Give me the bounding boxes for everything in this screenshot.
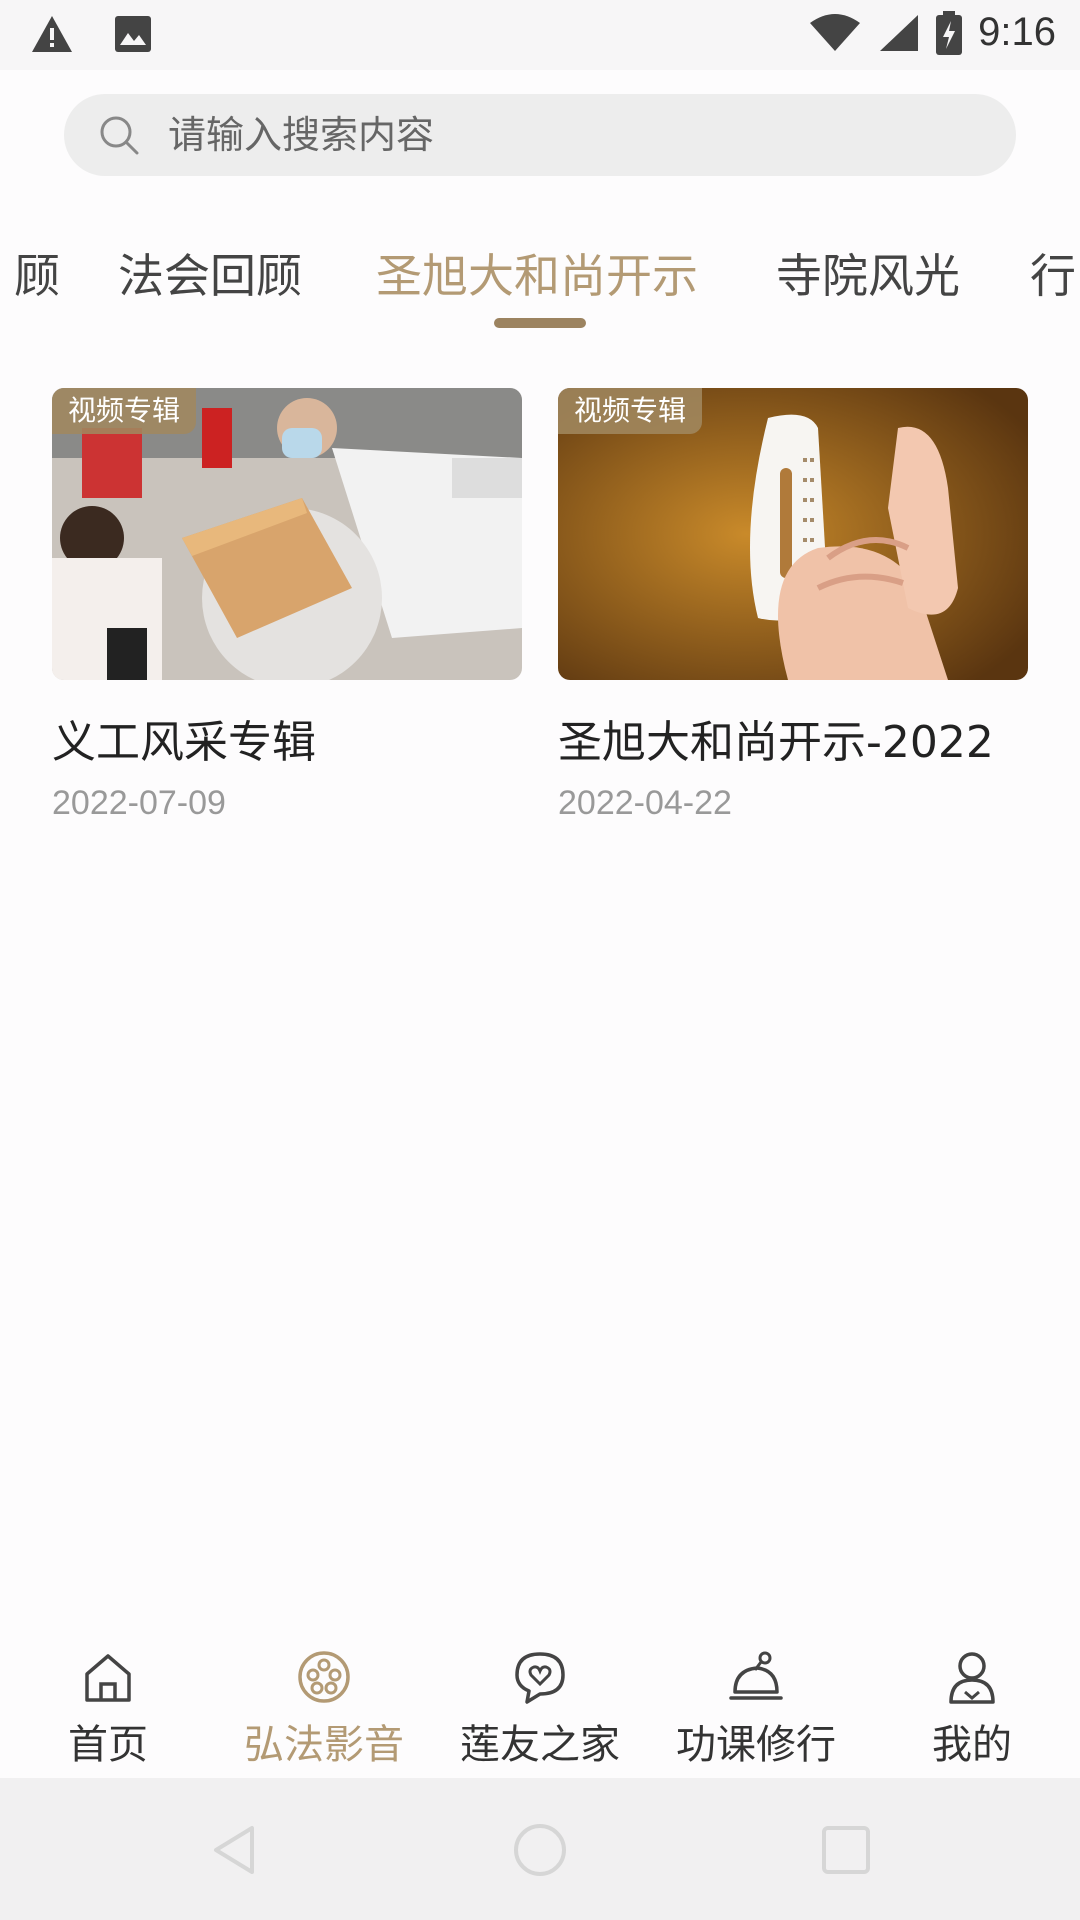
person-icon — [949, 1652, 995, 1704]
search-icon — [100, 116, 139, 155]
nav-home[interactable]: 首页 — [0, 1648, 216, 1770]
nav-label: 弘法影音 — [244, 1722, 404, 1768]
album-thumbnail[interactable]: 视频专辑 — [558, 388, 1028, 680]
album-date: 2022-07-09 — [52, 784, 226, 822]
system-navigation-bar — [0, 1778, 1080, 1920]
nav-lotus-friends[interactable]: 莲友之家 — [432, 1648, 648, 1770]
album-date: 2022-04-22 — [558, 784, 732, 822]
back-icon[interactable] — [208, 1822, 264, 1878]
album-type-badge: 视频专辑 — [52, 388, 197, 434]
nav-label: 我的 — [932, 1722, 1012, 1768]
nav-profile[interactable]: 我的 — [864, 1648, 1080, 1770]
home-icon — [85, 1654, 131, 1702]
tab-shengxu-teachings[interactable]: 圣旭大和尚开示 — [376, 240, 698, 306]
tab-temple-scenery[interactable]: 寺院风光 — [776, 240, 960, 306]
tab-fahui-review[interactable]: 法会回顾 — [118, 240, 302, 306]
warning-icon — [32, 16, 72, 52]
album-type-badge: 视频专辑 — [558, 388, 703, 434]
search-input[interactable] — [168, 94, 988, 176]
tab-partial-right[interactable]: 行 — [1030, 240, 1076, 306]
nav-media[interactable]: 弘法影音 — [216, 1648, 432, 1770]
wifi-icon — [810, 13, 861, 51]
bell-meditation-icon — [729, 1651, 783, 1700]
recents-square-icon[interactable] — [818, 1822, 874, 1878]
search-bar[interactable] — [64, 94, 1016, 176]
album-card[interactable]: 视频专辑 义工风采专辑 2022-07-09 — [52, 388, 522, 823]
film-reel-icon — [298, 1651, 350, 1703]
album-title[interactable]: 圣旭大和尚开示-2022 — [558, 706, 1028, 770]
home-circle-icon[interactable] — [512, 1822, 568, 1878]
battery-charging-icon — [936, 10, 963, 55]
album-thumbnail[interactable]: 视频专辑 — [52, 388, 522, 680]
tab-partial-left[interactable]: 顾 — [14, 240, 60, 306]
album-title[interactable]: 义工风采专辑 — [52, 706, 522, 770]
signal-icon — [880, 14, 919, 51]
status-bar: 9:16 — [0, 0, 1080, 70]
nav-label: 首页 — [68, 1722, 148, 1768]
nav-label: 功课修行 — [676, 1722, 836, 1768]
album-card[interactable]: 视频专辑 圣旭大和尚开示-2022 2022-04-22 — [558, 388, 1028, 823]
nav-practice[interactable]: 功课修行 — [648, 1648, 864, 1770]
status-time: 9:16 — [978, 10, 1056, 54]
active-tab-indicator — [494, 318, 586, 328]
category-tabs: 顾 法会回顾 圣旭大和尚开示 寺院风光 行 — [0, 220, 1080, 340]
nav-label: 莲友之家 — [460, 1722, 620, 1768]
heart-chat-icon — [515, 1652, 565, 1704]
image-icon — [115, 16, 151, 52]
bottom-navigation: 首页 弘法影音 莲友之家 功课修行 我的 — [0, 1628, 1080, 1778]
